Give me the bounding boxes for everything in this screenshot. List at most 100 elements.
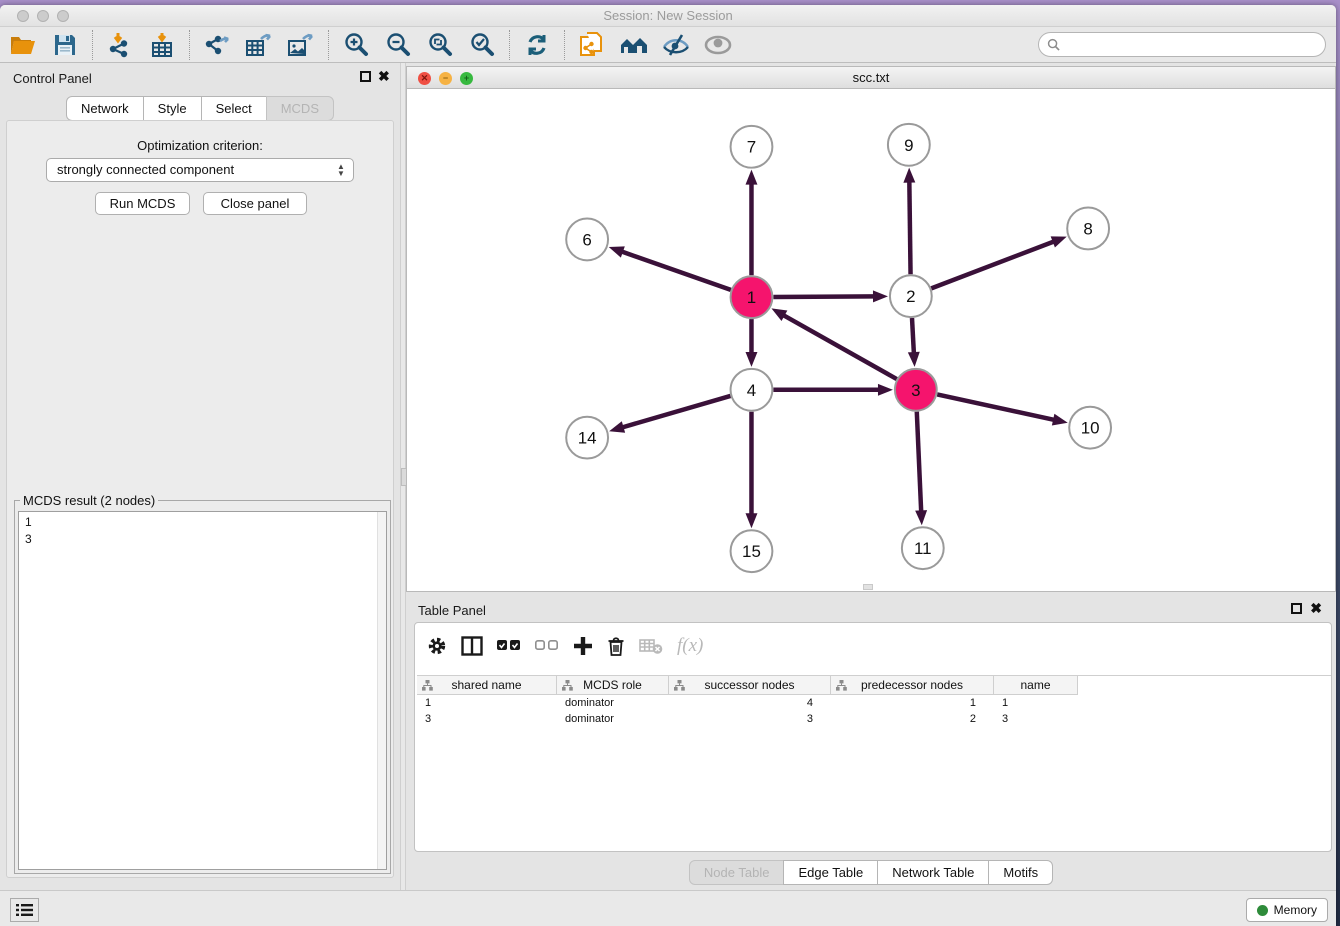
control-panel-title: Control Panel xyxy=(13,71,92,86)
add-column-icon[interactable] xyxy=(573,636,593,656)
export-network-icon[interactable] xyxy=(200,30,234,60)
edge-2-3[interactable] xyxy=(912,318,914,354)
show-details-icon[interactable] xyxy=(701,30,735,60)
table-cell[interactable]: 3 xyxy=(994,711,1078,727)
zoom-selected-icon[interactable] xyxy=(465,30,499,60)
table-cell[interactable]: 3 xyxy=(669,711,831,727)
duplicate-network-icon[interactable] xyxy=(575,30,609,60)
table-cell[interactable]: 4 xyxy=(669,695,831,711)
edge-4-14[interactable] xyxy=(622,396,731,428)
list-icon xyxy=(16,903,33,917)
mcds-result-title: MCDS result (2 nodes) xyxy=(20,493,158,508)
split-view-icon[interactable] xyxy=(461,636,483,656)
edge-arrow-icon xyxy=(746,170,758,185)
application-window: Session: New Session xyxy=(0,5,1336,926)
column-label: name xyxy=(1020,678,1050,692)
tab-mcds[interactable]: MCDS xyxy=(266,96,334,121)
search-box xyxy=(1038,32,1326,57)
tab-node-table[interactable]: Node Table xyxy=(689,860,785,885)
run-mcds-button[interactable]: Run MCDS xyxy=(95,192,190,215)
edge-1-6[interactable] xyxy=(621,251,731,290)
export-image-icon[interactable] xyxy=(284,30,318,60)
canvas-resize-handle[interactable] xyxy=(863,584,873,590)
mcds-tab-content: Optimization criterion: strongly connect… xyxy=(6,120,394,878)
table-tabs: Node Table Edge Table Network Table Moti… xyxy=(406,860,1336,885)
function-builder-icon[interactable]: f(x) xyxy=(677,635,703,657)
edge-arrow-icon xyxy=(771,308,787,321)
hide-details-icon[interactable] xyxy=(659,30,693,60)
tab-edge-table[interactable]: Edge Table xyxy=(783,860,878,885)
import-network-icon[interactable] xyxy=(103,30,137,60)
edge-2-8[interactable] xyxy=(931,241,1054,288)
toolbar-separator xyxy=(509,30,510,60)
tab-network[interactable]: Network xyxy=(66,96,144,121)
task-history-button[interactable] xyxy=(10,898,39,922)
status-bar: Memory xyxy=(0,890,1336,926)
column-header-MCDS-role[interactable]: MCDS role xyxy=(557,676,669,695)
column-label: shared name xyxy=(451,678,521,692)
import-table-icon[interactable] xyxy=(145,30,179,60)
table-cell[interactable]: 3 xyxy=(417,711,557,727)
column-header-shared-name[interactable]: shared name xyxy=(417,676,557,695)
refresh-layout-icon[interactable] xyxy=(520,30,554,60)
window-title: Session: New Session xyxy=(0,8,1336,23)
table-cell[interactable]: 1 xyxy=(831,695,994,711)
criterion-select[interactable]: strongly connected component ▲▼ xyxy=(46,158,354,182)
graph-node-label: 1 xyxy=(747,288,756,307)
column-header-predecessor-nodes[interactable]: predecessor nodes xyxy=(831,676,994,695)
deselect-all-icon[interactable] xyxy=(535,640,559,652)
open-file-icon[interactable] xyxy=(6,30,40,60)
memory-status-icon xyxy=(1257,905,1268,916)
table-cell[interactable]: 1 xyxy=(417,695,557,711)
titlebar: Session: New Session xyxy=(0,5,1336,27)
edge-3-1[interactable] xyxy=(783,315,897,379)
tab-motifs[interactable]: Motifs xyxy=(988,860,1053,885)
edge-3-11[interactable] xyxy=(917,412,921,513)
table-float-icon[interactable] xyxy=(1291,603,1302,614)
search-input[interactable] xyxy=(1060,38,1325,52)
network-title: scc.txt xyxy=(407,70,1335,85)
control-panel-tabs: Network Style Select MCDS xyxy=(0,96,400,121)
search-icon xyxy=(1047,38,1060,51)
close-panel-button[interactable]: Close panel xyxy=(203,192,307,215)
toolbar-separator xyxy=(328,30,329,60)
save-session-icon[interactable] xyxy=(48,30,82,60)
first-neighbors-icon[interactable] xyxy=(617,30,651,60)
table-content: f(x) shared name MCDS rolesuccessor nodes… xyxy=(414,622,1332,852)
tab-style[interactable]: Style xyxy=(143,96,202,121)
network-canvas[interactable]: 1234678910111415 xyxy=(407,89,1335,591)
edge-1-2[interactable] xyxy=(773,296,875,297)
edge-2-9[interactable] xyxy=(909,181,910,275)
delete-table-icon[interactable] xyxy=(639,637,663,655)
network-window: ✕ − + scc.txt 1234678910111415 xyxy=(406,66,1336,592)
edge-3-10[interactable] xyxy=(937,394,1055,420)
mcds-result-text[interactable]: 1 3 xyxy=(18,511,387,870)
table-toolbar: f(x) xyxy=(427,631,703,661)
export-table-icon[interactable] xyxy=(242,30,276,60)
delete-column-icon[interactable] xyxy=(607,636,625,656)
table-cell[interactable]: 2 xyxy=(831,711,994,727)
toolbar-separator xyxy=(189,30,190,60)
optimization-criterion-label: Optimization criterion: xyxy=(7,138,393,153)
network-graph[interactable]: 1234678910111415 xyxy=(407,89,1335,591)
tab-select[interactable]: Select xyxy=(201,96,267,121)
column-header-name[interactable]: name xyxy=(994,676,1078,695)
zoom-fit-icon[interactable] xyxy=(423,30,457,60)
column-header-successor-nodes[interactable]: successor nodes xyxy=(669,676,831,695)
tab-network-table[interactable]: Network Table xyxy=(877,860,989,885)
table-cell[interactable]: dominator xyxy=(557,695,669,711)
table-close-icon[interactable]: ✖ xyxy=(1310,600,1322,617)
mcds-result-group: MCDS result (2 nodes) 1 3 xyxy=(14,493,391,874)
table-cell[interactable]: dominator xyxy=(557,711,669,727)
graph-node-label: 15 xyxy=(742,542,761,561)
close-panel-icon[interactable]: ✖ xyxy=(378,68,390,85)
settings-gear-icon[interactable] xyxy=(427,636,447,656)
table-cell[interactable]: 1 xyxy=(994,695,1078,711)
zoom-in-icon[interactable] xyxy=(339,30,373,60)
select-all-icon[interactable] xyxy=(497,640,521,652)
float-panel-icon[interactable] xyxy=(360,71,371,82)
graph-node-label: 11 xyxy=(914,539,932,558)
result-scrollbar[interactable] xyxy=(377,512,386,869)
zoom-out-icon[interactable] xyxy=(381,30,415,60)
memory-button[interactable]: Memory xyxy=(1246,898,1328,922)
